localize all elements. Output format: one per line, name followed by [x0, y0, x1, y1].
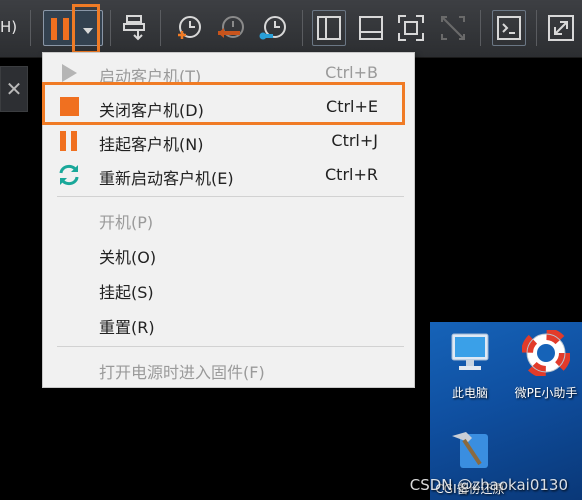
fullscreen-icon	[398, 15, 424, 41]
menu-item-power-on[interactable]: 开机(P)	[43, 202, 414, 236]
unity-mode-button[interactable]	[436, 10, 470, 46]
toolbar-separator	[30, 10, 31, 46]
lifebuoy-icon	[521, 328, 571, 378]
pause-icon	[60, 131, 77, 151]
menu-item-power-off[interactable]: 关机(O)	[43, 237, 414, 271]
toolbar-separator	[480, 10, 481, 46]
menu-item-suspend[interactable]: 挂起(S)	[43, 272, 414, 306]
play-icon	[62, 64, 77, 82]
stretch-guest-button[interactable]	[544, 10, 578, 46]
toolbar-separator	[536, 10, 537, 46]
restart-icon	[59, 164, 79, 186]
menu-item-suspend-guest[interactable]: 挂起客户机(N) Ctrl+J	[43, 124, 414, 158]
revert-snapshot-button[interactable]	[214, 10, 248, 46]
menu-item-power-on-to-firmware[interactable]: 打开电源时进入固件(F)	[43, 352, 414, 386]
sidebar-layout-icon	[317, 16, 341, 40]
desktop-icon-label: 此电脑	[451, 386, 488, 400]
close-icon: ✕	[5, 77, 23, 101]
unity-disabled-icon	[441, 16, 465, 40]
menu-separator	[57, 346, 404, 347]
vm-toolbar: H)	[0, 0, 582, 58]
menu-item-label: 重新启动客户机(E)	[99, 169, 234, 188]
desktop-icon-wepe-helper[interactable]: 微PE小助手	[508, 328, 582, 401]
take-snapshot-button[interactable]	[172, 10, 206, 46]
full-screen-button[interactable]	[394, 10, 428, 46]
desktop-icon-label: 微PE小助手	[514, 386, 578, 400]
console-view-button[interactable]	[492, 10, 526, 46]
hammer-icon	[452, 432, 488, 468]
menu-item-restart-guest[interactable]: 重新启动客户机(E) Ctrl+R	[43, 158, 414, 192]
toolbar-separator	[110, 10, 111, 46]
menu-item-shortcut: Ctrl+J	[331, 131, 378, 150]
thumbnail-layout-icon	[359, 16, 383, 40]
menu-item-label: 开机(P)	[99, 213, 154, 232]
terminal-icon	[497, 16, 521, 40]
toolbar-separator	[160, 10, 161, 46]
highlight-box	[42, 82, 405, 125]
expand-icon	[548, 15, 574, 41]
desktop-icon-this-pc[interactable]: 此电脑	[432, 330, 508, 401]
menu-item-reset[interactable]: 重置(R)	[43, 307, 414, 341]
close-tab-button[interactable]: ✕	[0, 66, 28, 112]
toolbar-separator	[302, 10, 303, 46]
snapshot-icon	[178, 16, 201, 39]
toolbar-menu-fragment[interactable]: H)	[0, 18, 17, 36]
computer-icon	[451, 333, 489, 370]
show-library-button[interactable]	[312, 10, 346, 46]
menu-item-label: 打开电源时进入固件(F)	[99, 363, 265, 382]
menu-item-shortcut: Ctrl+B	[325, 63, 378, 82]
power-dropdown-button[interactable]	[72, 4, 100, 54]
guest-desktop: 此电脑 微PE小助手 CGI备份还原	[430, 322, 582, 500]
send-keys-icon	[123, 15, 145, 41]
watermark-text: CSDN @zhaokai0130	[409, 476, 568, 494]
menu-separator	[57, 196, 404, 197]
menu-item-label: 挂起(S)	[99, 283, 154, 302]
menu-item-shortcut: Ctrl+R	[325, 165, 378, 184]
menu-item-label: 重置(R)	[99, 318, 155, 337]
revert-snapshot-icon	[218, 16, 244, 38]
show-thumbnail-bar-button[interactable]	[354, 10, 388, 46]
snapshot-manager-icon	[259, 16, 286, 40]
menu-item-label: 关机(O)	[99, 248, 157, 267]
pause-icon	[51, 18, 71, 40]
snapshot-manager-button[interactable]	[256, 10, 290, 46]
menu-item-label: 挂起客户机(N)	[99, 135, 204, 154]
send-ctrl-alt-del-button[interactable]	[118, 10, 152, 46]
